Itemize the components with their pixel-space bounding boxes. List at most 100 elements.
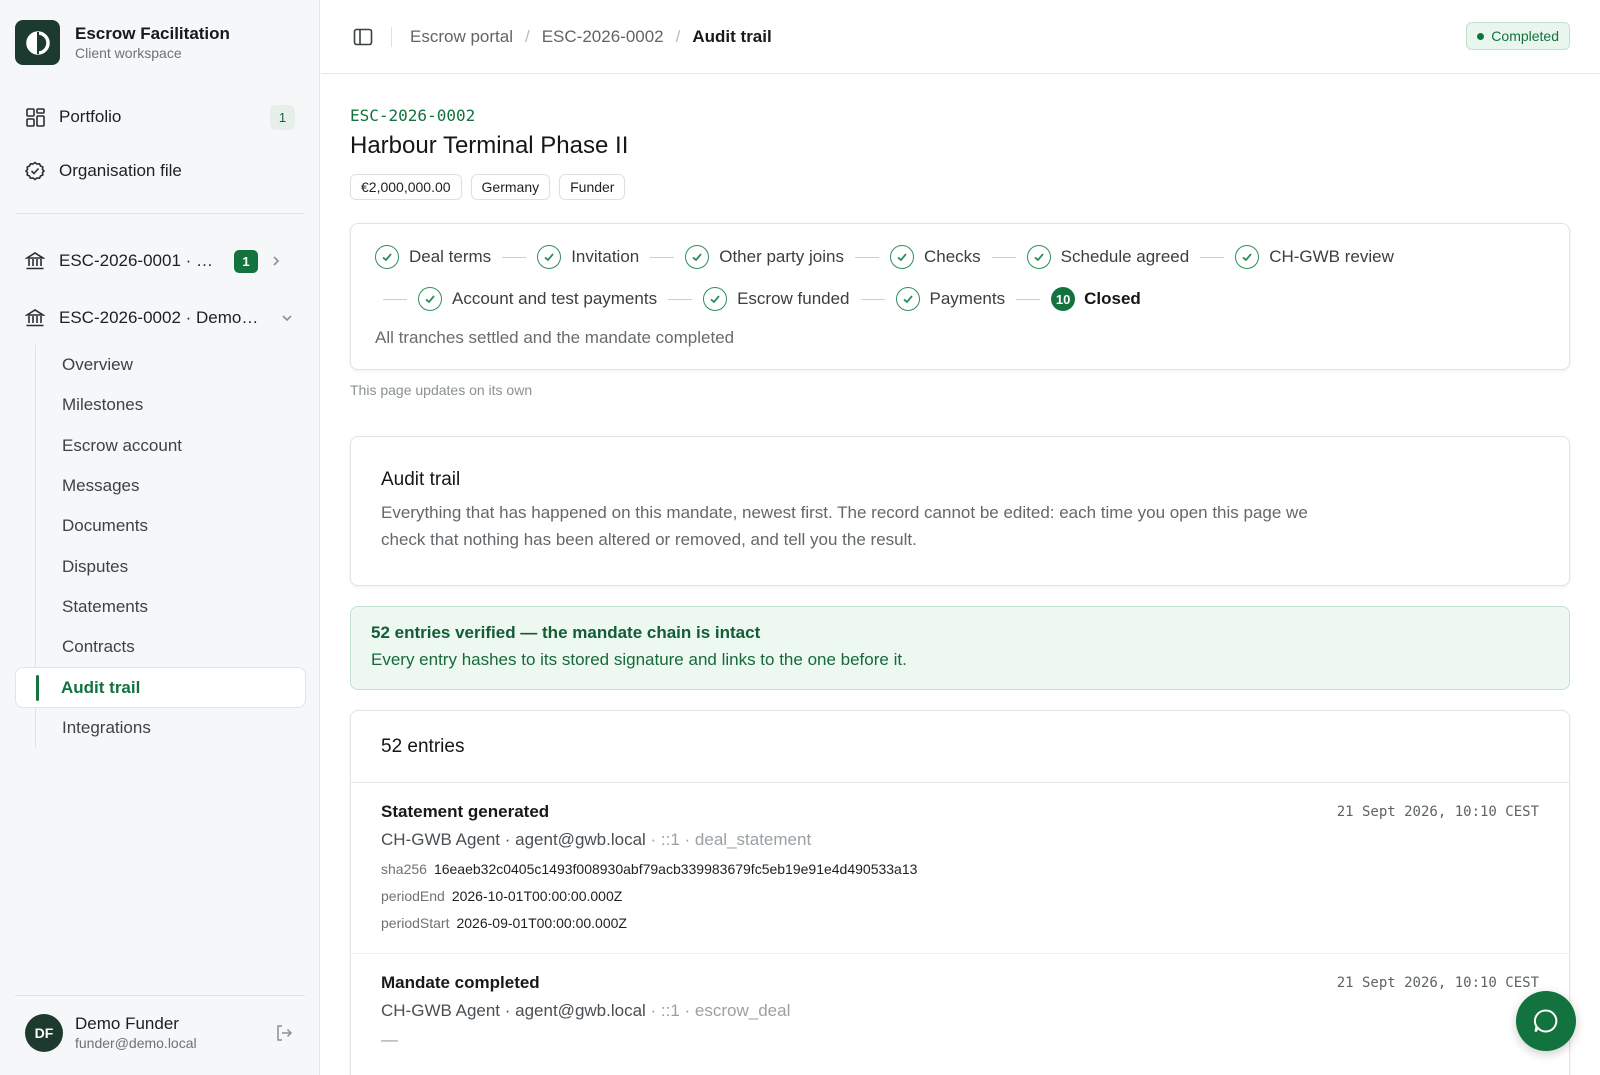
sidebar: Escrow Facilitation Client workspace Por…	[0, 0, 320, 1075]
portfolio-count-badge: 1	[270, 104, 295, 130]
brand-subtitle: Client workspace	[75, 45, 182, 61]
field-value: 16eaeb32c0405c1493f008930abf79acb3399836…	[433, 861, 918, 877]
entry-meta: · ::1 · escrow_deal	[645, 1001, 791, 1020]
entry-actor-line: CH-GWB Agent · agent@gwb.local · ::1 · d…	[381, 829, 1539, 851]
progress-tracker: Deal terms Invitation Other party joins …	[350, 223, 1570, 370]
subnav-item-disputes[interactable]: Disputes	[36, 546, 305, 586]
bank-icon	[25, 251, 45, 271]
brand[interactable]: Escrow Facilitation Client workspace	[15, 20, 230, 65]
step-connector	[650, 256, 675, 258]
breadcrumb-mandate[interactable]: ESC-2026-0002	[542, 27, 664, 47]
mandate-count-badge: 1	[234, 249, 258, 273]
check-icon	[685, 245, 710, 269]
entry-field: sha256 16eaeb32c0405c1493f008930abf79acb3…	[381, 859, 1539, 880]
step-label: Other party joins	[719, 247, 844, 266]
breadcrumb-escrow-portal[interactable]: Escrow portal	[410, 27, 513, 47]
subnav-item-milestones[interactable]: Milestones	[36, 385, 305, 425]
check-icon	[889, 245, 914, 269]
topbar: Escrow portal / ESC-2026-0002 / Audit tr…	[321, 0, 1600, 74]
sidebar-mandate-esc-2026-0002[interactable]: ESC-2026-0002 · Demo Mandate	[15, 297, 305, 339]
breadcrumb-separator: /	[675, 26, 681, 46]
sidebar-divider	[15, 213, 305, 214]
step-connector	[860, 298, 885, 300]
country-tag: Germany	[470, 174, 551, 200]
avatar[interactable]: DF	[25, 1014, 63, 1052]
chat-button[interactable]	[1516, 991, 1576, 1051]
sidebar-mandate-esc-2026-0001[interactable]: ESC-2026-0001 · Demo Mandate 1	[15, 240, 305, 282]
chevron-right-icon	[266, 251, 286, 271]
check-circle-icon	[25, 161, 45, 181]
progress-row-1: Deal terms Invitation Other party joins …	[375, 243, 1394, 271]
deal-reference: ESC-2026-0002	[350, 106, 476, 125]
status-dot-icon	[1477, 32, 1485, 40]
step-number-badge: 10	[1051, 287, 1076, 311]
audit-description: Everything that has happened on this man…	[381, 503, 1308, 549]
check-icon	[418, 287, 442, 311]
step-connector	[1200, 256, 1225, 258]
progress-row-2: Account and test payments Escrow funded …	[383, 285, 1141, 313]
subnav-item-integrations[interactable]: Integrations	[36, 708, 305, 748]
entry-actor: CH-GWB Agent · agent@gwb.local	[381, 1001, 646, 1020]
entry-field: periodStart 2026-09-01T00:00:00.000Z	[381, 913, 1539, 934]
field-value: 2026-10-01T00:00:00.000Z	[451, 888, 623, 904]
verification-subtitle: Every entry hashes to its stored signatu…	[371, 650, 907, 669]
field-key: periodStart	[381, 915, 450, 931]
grid-icon	[25, 107, 45, 127]
step-connector	[1016, 298, 1041, 300]
step-label: Closed	[1084, 289, 1141, 308]
step-checks: Checks	[889, 245, 981, 269]
sign-out-icon[interactable]	[273, 1022, 295, 1044]
subnav-item-messages[interactable]: Messages	[36, 466, 305, 506]
sidebar-item-label: Organisation file	[59, 161, 182, 180]
step-payments: Payments	[895, 287, 1006, 311]
user-profile: DF Demo Funder funder@demo.local	[25, 1014, 295, 1052]
chat-bubble-icon	[1533, 1009, 1558, 1033]
sidebar-item-label: ESC-2026-0002 · Demo Mandate	[59, 308, 259, 327]
deal-tags: €2,000,000.00 Germany Funder	[350, 174, 634, 200]
subnav-item-audit-trail[interactable]: Audit trail	[15, 667, 306, 708]
chevron-down-icon	[277, 308, 297, 328]
subnav-item-overview[interactable]: Overview	[36, 345, 305, 385]
step-label: Invitation	[571, 247, 640, 266]
audit-entry: Statement generated 21 Sept 2026, 10:10 …	[351, 783, 1569, 954]
brand-title: Escrow Facilitation	[75, 24, 230, 43]
sidebar-item-portfolio[interactable]: Portfolio 1	[15, 96, 305, 138]
sidebar-toggle-icon[interactable]	[351, 25, 375, 49]
step-escrow-funded: Escrow funded	[703, 287, 850, 311]
entry-timestamp: 21 Sept 2026, 10:10 CEST	[1336, 975, 1539, 991]
step-ch-gwb-review: CH-GWB review	[1235, 245, 1394, 269]
status-label: Completed	[1491, 28, 1559, 44]
audit-entries-card: 52 entries Statement generated 21 Sept 2…	[350, 710, 1570, 1075]
step-closed: 10 Closed	[1051, 287, 1141, 311]
step-other-party-joins: Other party joins	[685, 245, 844, 269]
field-key: sha256	[381, 861, 427, 877]
step-label: Account and test payments	[452, 289, 658, 308]
auto-update-note: This page updates on its own	[350, 382, 533, 398]
step-deal-terms: Deal terms	[375, 245, 491, 269]
breadcrumb: Escrow portal / ESC-2026-0002 / Audit tr…	[410, 27, 772, 47]
step-label: Payments	[929, 289, 1006, 308]
brand-logo-icon	[15, 20, 60, 65]
sidebar-item-organisation-file[interactable]: Organisation file	[15, 150, 305, 192]
status-badge: Completed	[1466, 22, 1570, 50]
check-icon	[537, 245, 562, 269]
audit-intro-card: Audit trail Everything that has happened…	[350, 436, 1570, 586]
progress-note: All tranches settled and the mandate com…	[375, 328, 735, 347]
audit-entry: Mandate completed 21 Sept 2026, 10:10 CE…	[351, 954, 1569, 1050]
check-icon	[1026, 245, 1051, 269]
entries-heading: 52 entries	[351, 711, 1569, 783]
step-label: Deal terms	[409, 247, 492, 266]
sidebar-item-label: ESC-2026-0001 · Demo Mandate	[59, 251, 224, 270]
subnav-item-documents[interactable]: Documents	[36, 506, 305, 546]
entry-actor-line: CH-GWB Agent · agent@gwb.local · ::1 · e…	[381, 1000, 1539, 1022]
page-title: Harbour Terminal Phase II	[350, 132, 629, 159]
subnav-item-contracts[interactable]: Contracts	[36, 627, 305, 667]
amount-tag: €2,000,000.00	[350, 174, 462, 200]
mandate-subnav: Overview Milestones Escrow account Messa…	[15, 345, 306, 748]
subnav-item-escrow-account[interactable]: Escrow account	[36, 426, 305, 466]
verification-banner: 52 entries verified — the mandate chain …	[350, 606, 1570, 690]
field-key: periodEnd	[381, 888, 445, 904]
step-connector	[668, 298, 693, 300]
step-label: Checks	[923, 247, 981, 266]
subnav-item-statements[interactable]: Statements	[36, 587, 305, 627]
